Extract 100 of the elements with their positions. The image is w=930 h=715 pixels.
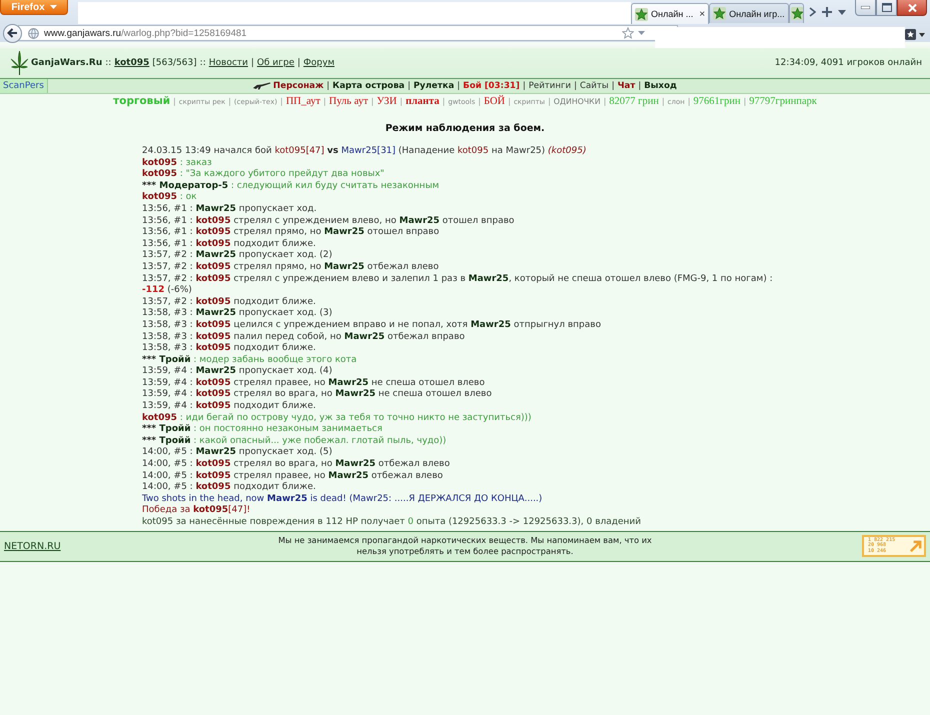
close-window-button[interactable] [897,0,927,16]
separator: | [457,81,460,91]
log-line: 14:00, #5 : kot095 стрелял во врага, но Mawr25 отбежал влево [142,459,450,471]
site-title: GanjaWars.Ru [31,58,102,68]
separator: | [297,58,300,68]
log-line: kot095 : ок [142,192,197,204]
log-line: 13:58, #3 : kot095 подходит ближе. [142,343,316,355]
nav-link[interactable]: Рулетка [413,81,454,91]
nav-link[interactable]: Сайты [580,81,609,91]
maximize-button[interactable] [876,0,897,16]
separator: | [250,58,254,68]
arrow-left-icon [7,28,18,38]
separator: :: [105,58,112,68]
log-line: 13:58, #3 : kot095 целился с упреждением вправо и не попал, хотя Mawr25 отпрыгнул вправо [142,320,601,332]
log-line: *** Тройй : модер забань вообще этого кота [142,354,357,366]
log-line: 13:57, #2 : kot095 стрелял прямо, но Mawr25 отбежал влево [142,262,439,274]
separator: | [280,97,283,106]
separator: | [326,81,330,91]
minimize-icon [861,6,870,9]
username-link[interactable]: kot095 [114,58,150,68]
log-line: 13:58, #3 : Mawr25 пропускает ход. (3) [142,308,332,320]
url-text: www.ganjawars.ru/warlog.php?bid=1258169481 [44,28,247,38]
separator: | [323,97,326,106]
address-field[interactable]: www.ganjawars.ru/warlog.php?bid=1258169481 [18,25,678,41]
separator: | [522,81,526,91]
separator: | [478,97,481,106]
log-line: *** Тройй : какой опасный... уже побежал. глотай пыль, чудо)) [142,436,446,447]
nav-link[interactable]: Новости [208,58,248,68]
close-tab-button[interactable]: × [699,8,706,20]
log-line: *** Модератор-5 : следующий кил буду считать незаконным [142,180,440,192]
separator: | [228,97,232,106]
separator: | [743,97,746,106]
scanpers-link[interactable]: ScanPers [0,79,48,93]
nav-link[interactable]: Персонаж [253,81,324,91]
site-link[interactable]: NETORN.RU [4,540,61,552]
bookmarks-icon[interactable] [905,29,916,40]
log-line: 13:59, #4 : Mawr25 пропускает ход. (4) [142,366,332,378]
log-line: kot095 : заказ [142,158,212,169]
separator: | [408,81,410,91]
log-line: 13:56, #1 : kot095 подходит ближе. [142,238,316,250]
caret-icon[interactable] [919,32,925,36]
nav-link[interactable]: Форум [303,58,334,68]
hp-text: [563/563] [152,58,197,68]
star-icon [713,7,726,20]
maximize-icon [882,3,892,12]
page-title: Режим наблюдения за боем. [385,122,545,135]
separator: | [574,81,577,91]
arrow-up-right-icon [909,540,922,553]
menu-button[interactable]: Firefox [0,0,68,15]
close-icon [908,4,916,12]
log-line: 13:58, #3 : kot095 палил перед собой, но Mawr25 отбежал вправо [142,332,465,343]
nav-link[interactable]: Бой [03:31] [463,81,520,91]
plus-icon[interactable] [822,7,832,17]
script-link[interactable]: планта [406,96,440,107]
nav-link[interactable]: Рейтинги [528,81,571,91]
separator: | [400,97,403,106]
log-line: 13:57, #2 : kot095 подходит ближе. [142,296,316,308]
nav-link[interactable]: Выход [644,81,677,91]
script-link[interactable]: БОЙ [484,96,505,107]
star-icon [635,8,648,20]
script-link[interactable]: ПП_аут [286,96,320,107]
log-line: Two shots in the head, now Mawr25 is dead! (Mawr25: .....Я ДЕРЖАЛСЯ ДО КОНЦА.....) [142,494,542,505]
separator: | [173,97,176,106]
log-line: Победа за kot095[47]! [142,505,250,517]
back-button[interactable] [3,24,22,42]
separator: | [662,97,665,106]
disclaimer-text: Мы не занимаемся пропагандой наркотических веществ. Мы напоминаем вам, что их нельзя употреблять и тем более распространять. [278,535,652,558]
log-line: 14:00, #5 : kot095 подходит ближе. [142,482,316,494]
caret-icon[interactable] [838,10,846,14]
log-line: 13:57, #2 : kot095 стрелял с упреждением влево и залепил 1 раз в Mawr25, который не спеша отошел влево (FMG-9, 1 по ногам) : [142,274,773,285]
separator: | [548,97,551,106]
separator: | [612,81,614,91]
star-icon [790,7,803,20]
browser-tab[interactable]: Онлайн игр... [709,3,789,23]
log-line: 13:56, #1 : kot095 стрелял с упреждением влево, но Mawr25 отошел вправо [142,216,514,227]
nav-link[interactable]: Чат [617,81,636,91]
star-outline-icon[interactable] [622,27,634,39]
chevron-right-icon[interactable] [808,7,816,17]
separator: | [638,81,642,91]
log-line: 13:56, #1 : kot095 стрелял прямо, но Mawr25 отошел вправо [142,227,440,239]
log-line: 13:56, #1 : Mawr25 пропускает ход. [142,204,317,216]
log-line: kot095 : "За каждого убитого прейдут два новых" [142,169,384,181]
leaf-logo-icon [10,50,29,76]
log-line: 14:00, #5 : kot095 стрелял правее, но Mawr25 отбежал влево [142,470,443,482]
separator: :: [200,58,206,68]
online-status: 12:34:09, 4091 игроков онлайн [774,58,922,68]
log-line: 13:59, #4 : kot095 стрелял правее, но Mawr25 не спеша отошел влево [142,378,485,389]
script-link[interactable]: УЗИ [376,96,397,107]
log-line: -112 (-6%) [142,285,192,297]
script-link[interactable]: Пуль аут [329,96,368,107]
caret-icon [50,5,57,9]
browser-tab[interactable]: Онлайн ... × [631,3,710,24]
separator: | [442,97,446,106]
log-line: 13:57, #2 : Mawr25 пропускает ход. (2) [142,250,332,262]
log-line: kot095 за нанесённые повреждения в 112 HP получает 0 опыта (12925633.3 -> 12925633.3), 0 владений [142,517,641,529]
log-line: 14:00, #5 : Mawr25 пропускает ход. (5) [142,447,332,459]
minimize-button[interactable] [855,0,876,16]
nav-link[interactable]: Об игре [257,58,294,68]
nav-link[interactable]: Карта острова [332,81,405,91]
browser-tab[interactable] [788,3,804,23]
